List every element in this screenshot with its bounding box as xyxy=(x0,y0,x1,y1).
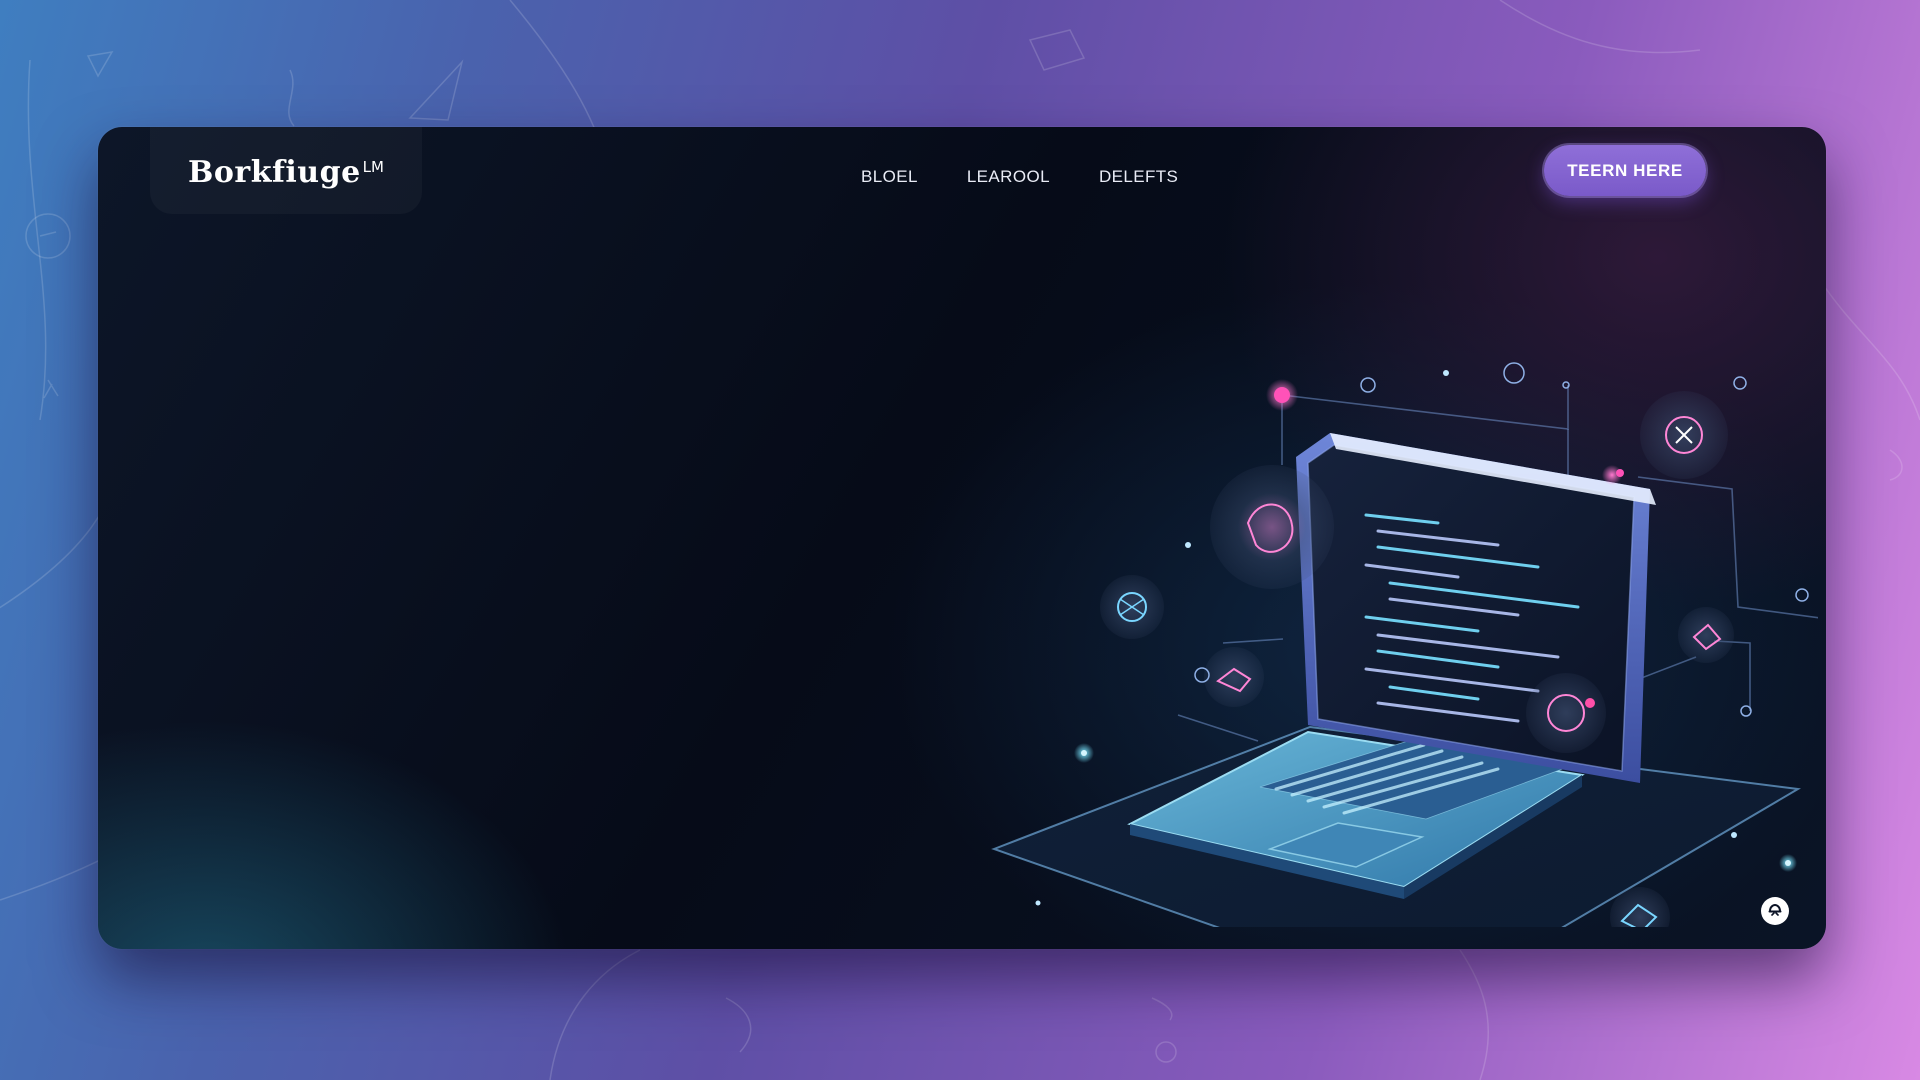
browser-window: Borkfiuge LM BLOEL LEAROOL DELEFTS TEERN … xyxy=(98,127,1826,949)
chat-icon xyxy=(1768,903,1782,916)
chat-button[interactable] xyxy=(1761,897,1789,925)
nav-item-delefts[interactable]: DELEFTS xyxy=(1099,163,1178,191)
cta-button[interactable]: TEERN HERE xyxy=(1544,145,1706,196)
brand-superscript: LM xyxy=(362,157,384,176)
nav-item-learool[interactable]: LEAROOL xyxy=(967,163,1050,191)
laptop-illustration-icon xyxy=(991,362,1818,927)
logo[interactable]: Borkfiuge LM xyxy=(150,127,422,214)
main-nav: BLOEL LEAROOL DELEFTS xyxy=(861,163,1227,191)
brand-name: Borkfiuge xyxy=(188,155,361,190)
nav-item-bloel[interactable]: BLOEL xyxy=(861,163,918,191)
